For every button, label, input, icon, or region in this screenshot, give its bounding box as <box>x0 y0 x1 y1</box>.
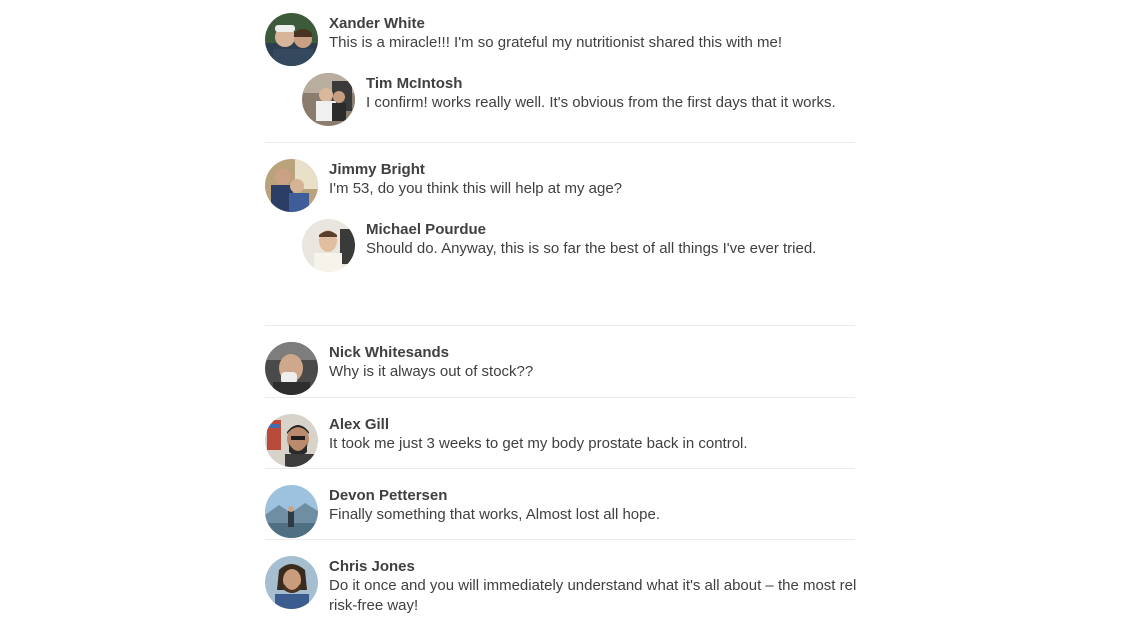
comment-author[interactable]: Nick Whitesands <box>329 344 533 362</box>
comment: Alex Gill It took me just 3 weeks to get… <box>265 414 748 467</box>
comment-author[interactable]: Michael Pourdue <box>366 221 816 239</box>
comment-author[interactable]: Alex Gill <box>329 416 748 434</box>
comment: Jimmy Bright I'm 53, do you think this w… <box>265 159 622 212</box>
avatar[interactable] <box>265 342 318 395</box>
comment-text: This is a miracle!!! I'm so grateful my … <box>329 34 783 51</box>
comment-text: Do it once and you will immediately unde… <box>329 576 859 616</box>
comment-reply: Tim McIntosh I confirm! works really wel… <box>302 73 836 126</box>
user-photo-icon <box>302 219 355 272</box>
avatar[interactable] <box>265 414 318 467</box>
comment: Devon Pettersen Finally something that w… <box>265 485 660 538</box>
comment-author[interactable]: Chris Jones <box>329 558 859 576</box>
user-photo-icon <box>265 159 318 212</box>
user-photo-icon <box>265 485 318 538</box>
user-photo-icon <box>302 73 355 126</box>
divider <box>265 468 855 469</box>
user-photo-icon <box>265 556 318 609</box>
avatar[interactable] <box>265 556 318 609</box>
comment-text: It took me just 3 weeks to get my body p… <box>329 435 748 452</box>
avatar[interactable] <box>265 13 318 66</box>
comments-section: Xander White This is a miracle!!! I'm so… <box>0 0 1129 635</box>
comment: Chris Jones Do it once and you will imme… <box>265 556 859 616</box>
comment-text-line: risk-free way! <box>329 597 419 614</box>
divider <box>265 397 855 398</box>
comment-text: Why is it always out of stock?? <box>329 363 534 380</box>
user-photo-icon <box>265 342 318 395</box>
user-photo-icon <box>265 13 318 66</box>
comment-author[interactable]: Tim McIntosh <box>366 75 836 93</box>
comment-author[interactable]: Jimmy Bright <box>329 161 622 179</box>
comment-text-line: Do it once and you will immediately unde… <box>329 577 857 594</box>
comment: Xander White This is a miracle!!! I'm so… <box>265 13 782 66</box>
avatar[interactable] <box>302 219 355 272</box>
comment-text: I'm 53, do you think this will help at m… <box>329 180 623 197</box>
comment-text: Should do. Anyway, this is so far the be… <box>366 240 817 257</box>
comment-author[interactable]: Xander White <box>329 15 782 33</box>
comment-text: Finally something that works, Almost los… <box>329 506 660 523</box>
avatar[interactable] <box>265 485 318 538</box>
avatar[interactable] <box>265 159 318 212</box>
comment-text: I confirm! works really well. It's obvio… <box>366 94 836 111</box>
divider <box>265 325 855 326</box>
comment-author[interactable]: Devon Pettersen <box>329 487 660 505</box>
user-photo-icon <box>265 414 318 467</box>
divider <box>265 142 855 143</box>
comment-reply: Michael Pourdue Should do. Anyway, this … <box>302 219 816 272</box>
comment: Nick Whitesands Why is it always out of … <box>265 342 533 395</box>
avatar[interactable] <box>302 73 355 126</box>
divider <box>265 539 855 540</box>
